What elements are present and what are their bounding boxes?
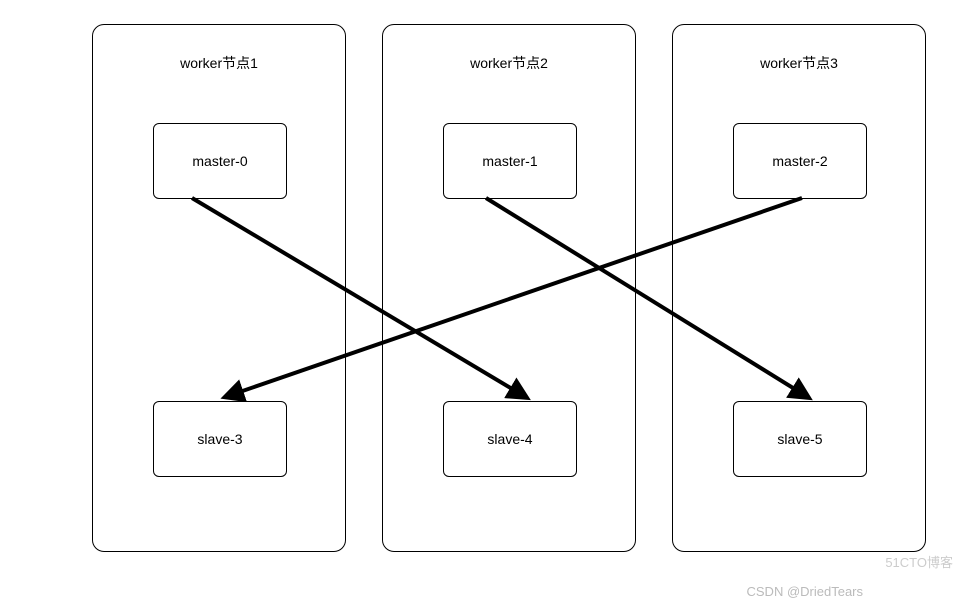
master-label-1: master-1 xyxy=(482,153,537,169)
slave-box-5: slave-5 xyxy=(733,401,867,477)
slave-box-3: slave-3 xyxy=(153,401,287,477)
worker-title-2: worker节点2 xyxy=(383,53,635,73)
worker-node-1: worker节点1 master-0 slave-3 xyxy=(92,24,346,552)
master-box-1: master-1 xyxy=(443,123,577,199)
worker-title-3: worker节点3 xyxy=(673,53,925,73)
worker-title-1: worker节点1 xyxy=(93,53,345,73)
slave-label-5: slave-5 xyxy=(777,431,822,447)
master-label-0: master-0 xyxy=(192,153,247,169)
watermark-csdn: CSDN @DriedTears xyxy=(747,584,864,599)
slave-box-4: slave-4 xyxy=(443,401,577,477)
master-label-2: master-2 xyxy=(772,153,827,169)
master-box-0: master-0 xyxy=(153,123,287,199)
watermark-51cto: 51CTO博客 xyxy=(885,552,953,571)
worker-node-3: worker节点3 master-2 slave-5 xyxy=(672,24,926,552)
master-box-2: master-2 xyxy=(733,123,867,199)
slave-label-3: slave-3 xyxy=(197,431,242,447)
worker-node-2: worker节点2 master-1 slave-4 xyxy=(382,24,636,552)
slave-label-4: slave-4 xyxy=(487,431,532,447)
